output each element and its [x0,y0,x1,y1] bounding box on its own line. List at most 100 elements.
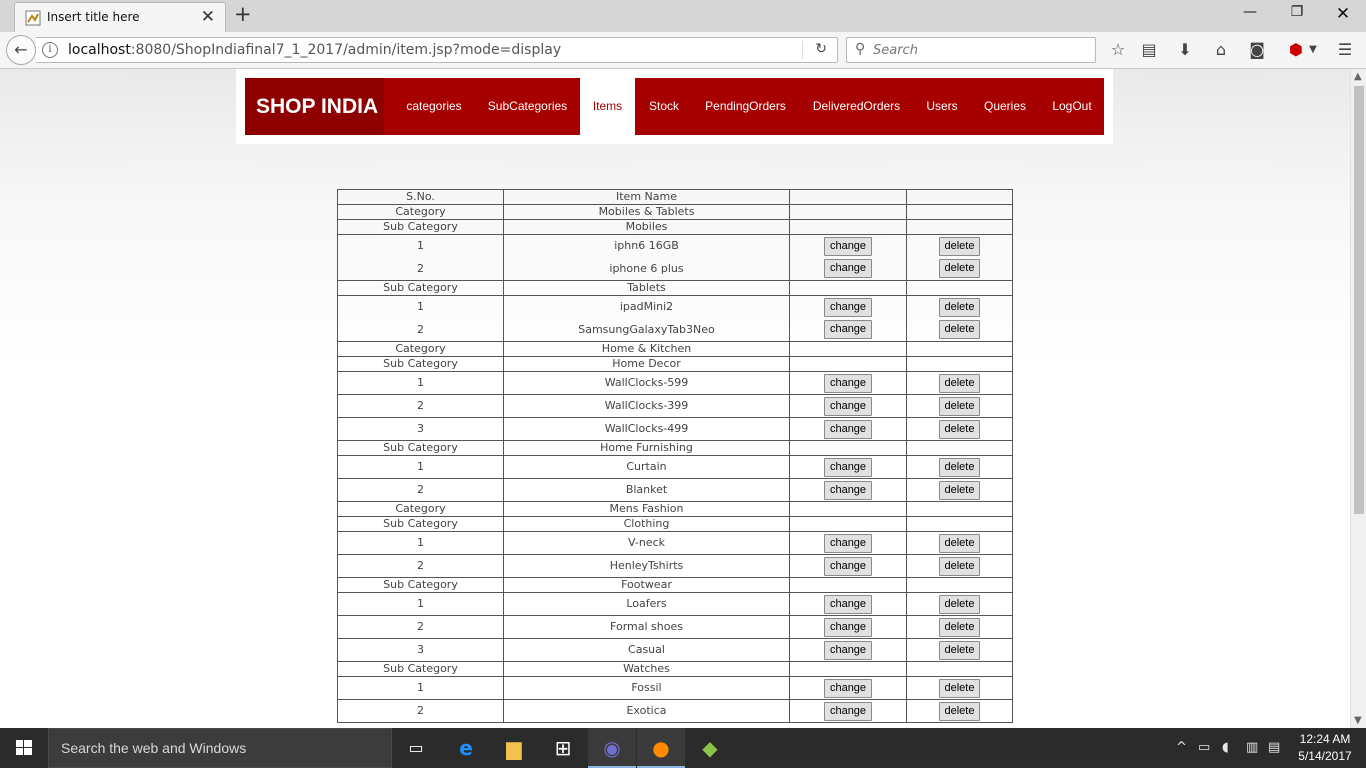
scroll-down-arrow-icon[interactable]: ▼ [1354,715,1362,726]
volume-icon[interactable]: ◖ [1222,740,1229,755]
reader-list-icon[interactable]: ▤ [1138,40,1160,59]
change-button[interactable]: change [823,297,873,317]
firefox-icon[interactable]: ● [637,728,685,768]
delete-button[interactable]: delete [938,678,981,698]
pocket-icon[interactable]: ◙ [1246,40,1268,59]
android-icon[interactable]: ◆ [686,728,734,768]
nav-logout[interactable]: LogOut [1044,78,1100,135]
change-button[interactable]: change [823,617,873,637]
delete-button[interactable]: delete [938,533,981,553]
eclipse-icon[interactable]: ◉ [588,728,636,768]
minimize-icon[interactable]: — [1230,4,1270,26]
delete-cell: delete [906,394,1013,418]
change-button[interactable]: change [823,236,873,256]
delete-button[interactable]: delete [938,419,981,439]
change-button[interactable]: change [823,419,873,439]
change-button[interactable]: change [823,320,873,340]
taskbar-search-box[interactable]: Search the web and Windows [48,728,392,768]
change-button[interactable]: change [823,640,873,660]
change-button[interactable]: change [823,480,873,500]
delete-button[interactable]: delete [938,556,981,576]
delete-button[interactable]: delete [938,480,981,500]
nav-users[interactable]: Users [918,78,966,135]
delete-button[interactable]: delete [938,396,981,416]
edge-browser-icon[interactable]: e [442,728,490,768]
delete-button[interactable]: delete [938,320,981,340]
network-icon[interactable]: ▭ [1198,740,1210,755]
nav-queries[interactable]: Queries [974,78,1036,135]
change-cell: change [789,676,907,700]
change-button[interactable]: change [823,396,873,416]
change-button[interactable]: change [823,556,873,576]
site-info-icon[interactable]: i [42,42,58,58]
window-close-icon[interactable]: ✕ [1323,4,1363,26]
home-icon[interactable]: ⌂ [1210,40,1232,59]
change-button[interactable]: change [823,533,873,553]
start-button[interactable] [0,728,48,768]
reload-icon[interactable]: ↻ [815,41,827,57]
change-cell: change [789,592,907,616]
table-row: 3 WallClocks-499 change delete [337,417,1013,441]
delete-cell: delete [906,417,1013,441]
action-center-icon[interactable]: ▤ [1268,740,1280,755]
delete-button[interactable]: delete [938,297,981,317]
maximize-icon[interactable]: ❐ [1277,4,1317,26]
empty-cell [789,219,907,235]
change-button[interactable]: change [823,259,873,279]
new-tab-icon[interactable]: + [234,2,252,26]
nav-pending-orders[interactable]: PendingOrders [696,78,795,135]
delete-button[interactable]: delete [938,457,981,477]
download-arrow-icon[interactable]: ⬇ [1174,40,1196,59]
category-row: Category Home & Kitchen [337,341,1013,357]
category-row: Category Mens Fashion [337,501,1013,517]
back-arrow-icon[interactable]: ← [6,35,36,65]
chevron-down-icon[interactable]: ▼ [1302,44,1324,55]
category-label: Category [337,341,504,357]
nav-subcategories[interactable]: SubCategories [480,78,575,135]
delete-cell: delete [906,676,1013,700]
scrollbar-thumb[interactable] [1354,86,1364,514]
subcategory-row: Sub Category Watches [337,661,1013,677]
change-button[interactable]: change [823,373,873,393]
delete-button[interactable]: delete [938,259,981,279]
url-text[interactable]: localhost:8080/ShopIndiafinal7_1_2017/ad… [68,42,561,58]
scroll-up-arrow-icon[interactable]: ▲ [1354,71,1362,82]
hamburger-menu-icon[interactable]: ☰ [1334,40,1356,59]
store-icon[interactable]: ⊞ [539,728,587,768]
change-button[interactable]: change [823,701,873,721]
taskbar-search-text: Search the web and Windows [61,740,247,756]
delete-button[interactable]: delete [938,701,981,721]
subcategory-label: Sub Category [337,516,504,532]
address-bar[interactable]: i localhost:8080/ShopIndiafinal7_1_2017/… [36,37,838,63]
nav-stock[interactable]: Stock [640,78,688,135]
task-view-icon[interactable]: ▭ [392,728,440,768]
change-button[interactable]: change [823,594,873,614]
empty-cell [906,356,1013,372]
nav-categories[interactable]: categories [394,78,474,135]
close-tab-icon[interactable]: ✕ [201,7,215,27]
delete-button[interactable]: delete [938,594,981,614]
page-scrollbar[interactable]: ▲ ▼ [1350,69,1366,728]
show-hidden-icons-chevron-icon[interactable]: ^ [1176,740,1187,755]
change-cell: change [789,478,907,502]
delete-cell: delete [906,531,1013,555]
delete-button[interactable]: delete [938,236,981,256]
search-input[interactable]: ⚲ Search [846,37,1096,63]
delete-button[interactable]: delete [938,640,981,660]
delete-cell: delete [906,478,1013,502]
file-explorer-icon[interactable]: ▆ [490,728,538,768]
change-cell: change [789,615,907,639]
subcategory-label: Sub Category [337,440,504,456]
taskbar-clock[interactable]: 12:24 AM 5/14/2017 [1294,731,1356,765]
nav-items[interactable]: Items [580,78,635,135]
browser-tab[interactable]: Insert title here ✕ [14,2,226,32]
keyboard-icon[interactable]: ▥ [1246,740,1258,755]
bookmark-star-icon[interactable]: ☆ [1107,40,1129,59]
change-button[interactable]: change [823,678,873,698]
delete-button[interactable]: delete [938,373,981,393]
delete-button[interactable]: delete [938,617,981,637]
site-header: SHOP INDIA categories SubCategories Item… [236,69,1113,144]
nav-delivered-orders[interactable]: DeliveredOrders [803,78,910,135]
change-button[interactable]: change [823,457,873,477]
change-cell: change [789,394,907,418]
